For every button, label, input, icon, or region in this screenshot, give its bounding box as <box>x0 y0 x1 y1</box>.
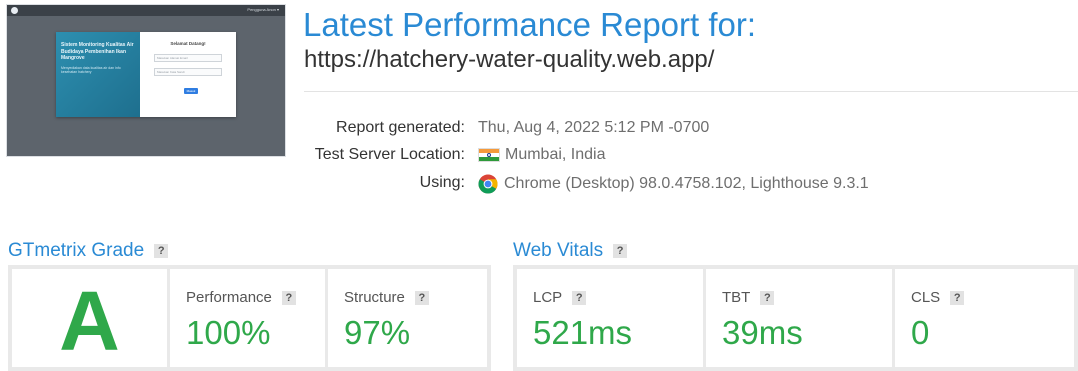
test-server-location-value: Mumbai, India <box>478 146 606 164</box>
grade-letter: A <box>59 274 120 368</box>
chrome-icon <box>478 174 498 194</box>
test-server-location-label: Test Server Location: <box>314 146 465 163</box>
using-row: Using: Chrome (Desktop) 98.0.4758.102, L… <box>303 174 1063 196</box>
preview-topbar: Pengguna Anon ▾ <box>7 5 285 16</box>
report-generated-date: Thu, Aug 4, 2022 5:12 PM -0700 <box>478 119 710 136</box>
web-vitals-title: Web Vitals <box>513 240 604 261</box>
gtmetrix-grade-heading: GTmetrix Grade ? <box>8 240 169 262</box>
performance-cell: Performance ? 100% <box>170 269 326 367</box>
tbt-value: 39ms <box>722 314 803 351</box>
india-flag-icon <box>478 148 500 162</box>
grade-cell: A <box>12 269 168 368</box>
performance-label-row: Performance ? <box>186 289 296 306</box>
structure-cell: Structure ? 97% <box>328 269 488 367</box>
preview-login-form: Selamat Datang! Masukan Alamat Email Mas… <box>140 32 236 117</box>
lcp-label: LCP <box>533 289 563 306</box>
preview-hero-heading: Sistem Monitoring Kualitas Air Budidaya … <box>61 42 134 61</box>
web-vitals-panel: LCP ? 521ms TBT ? 39ms CLS ? 0 <box>513 265 1078 371</box>
preview-form-title: Selamat Datang! <box>170 41 206 46</box>
structure-help-icon[interactable]: ? <box>414 290 429 305</box>
lcp-label-row: LCP ? <box>533 289 587 306</box>
performance-score: 100% <box>186 314 271 351</box>
report-title: Latest Performance Report for: <box>303 6 757 43</box>
cls-help-icon[interactable]: ? <box>950 290 965 305</box>
cls-label-row: CLS ? <box>911 289 965 306</box>
structure-score: 97% <box>344 314 411 351</box>
header-divider <box>304 91 1078 92</box>
cls-value: 0 <box>911 314 930 351</box>
preview-logo-icon <box>11 7 18 14</box>
tbt-cell: TBT ? 39ms <box>706 269 892 367</box>
lcp-cell: LCP ? 521ms <box>517 269 703 367</box>
preview-login-button: Masuk <box>184 88 198 94</box>
tbt-label: TBT <box>722 289 751 306</box>
report-generated-value: Thu, Aug 4, 2022 5:12 PM -0700 <box>478 119 709 137</box>
preview-login-card: Sistem Monitoring Kualitas Air Budidaya … <box>56 32 236 117</box>
report-url: https://hatchery-water-quality.web.app/ <box>304 46 715 73</box>
structure-label: Structure <box>344 289 405 306</box>
preview-password-field: Masukan Kata Sandi <box>154 68 222 76</box>
gtmetrix-grade-title: GTmetrix Grade <box>8 240 145 261</box>
screenshot-preview: Pengguna Anon ▾ Sistem Monitoring Kualit… <box>7 5 285 156</box>
report-generated-label: Report generated: <box>336 119 465 136</box>
preview-user-menu: Pengguna Anon ▾ <box>247 7 279 12</box>
test-server-location-text: Mumbai, India <box>505 146 606 163</box>
web-vitals-heading: Web Vitals ? <box>513 240 628 262</box>
cls-cell: CLS ? 0 <box>895 269 1074 367</box>
performance-label: Performance <box>186 289 272 306</box>
performance-help-icon[interactable]: ? <box>281 290 296 305</box>
test-server-location-row: Test Server Location: Mumbai, India <box>303 146 1063 168</box>
tbt-label-row: TBT ? <box>722 289 775 306</box>
gtmetrix-grade-help-icon[interactable]: ? <box>154 244 169 258</box>
tbt-help-icon[interactable]: ? <box>760 290 775 305</box>
cls-label: CLS <box>911 289 941 306</box>
using-value: Chrome (Desktop) 98.0.4758.102, Lighthou… <box>478 174 869 194</box>
structure-label-row: Structure ? <box>344 289 429 306</box>
preview-email-field: Masukan Alamat Email <box>154 54 222 62</box>
page-screenshot-thumbnail[interactable]: Pengguna Anon ▾ Sistem Monitoring Kualit… <box>6 4 286 157</box>
preview-hero-subtext: Menyediakan data kualitas air dan info k… <box>61 65 121 75</box>
report-generated-row: Report generated: Thu, Aug 4, 2022 5:12 … <box>303 119 1063 141</box>
lcp-value: 521ms <box>533 314 633 351</box>
browser-version-text: Chrome (Desktop) 98.0.4758.102, Lighthou… <box>504 175 869 192</box>
web-vitals-help-icon[interactable]: ? <box>613 244 628 258</box>
preview-hero-panel: Sistem Monitoring Kualitas Air Budidaya … <box>56 32 140 117</box>
gtmetrix-grade-panel: A Performance ? 100% Structure ? 97% <box>8 265 491 371</box>
lcp-help-icon[interactable]: ? <box>572 290 587 305</box>
using-label: Using: <box>419 174 465 191</box>
